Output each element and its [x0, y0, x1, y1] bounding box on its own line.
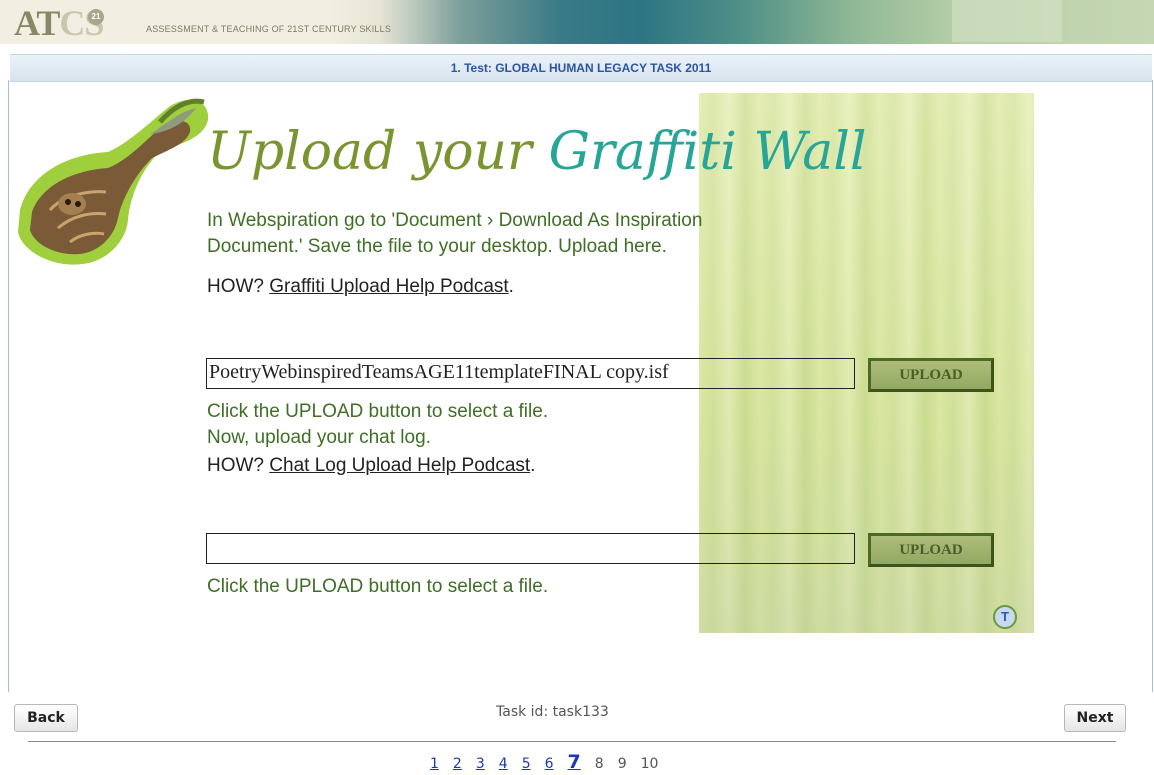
page-8: 8	[594, 756, 604, 772]
graffiti-upload-button[interactable]: UPLOAD	[868, 358, 994, 392]
page-link-4[interactable]: 4	[499, 756, 508, 772]
chat-log-upload-button[interactable]: UPLOAD	[868, 533, 994, 567]
how-suffix: .	[530, 455, 536, 476]
instruction-line-2: Document.' Save the file to your desktop…	[207, 236, 667, 257]
how-graffiti: HOW? Graffiti Upload Help Podcast.	[207, 274, 514, 300]
page-10: 10	[640, 756, 659, 772]
how-suffix: .	[508, 276, 514, 297]
upload2-hint: Click the UPLOAD button to select a file…	[207, 576, 549, 597]
headline-part1: Upload your	[207, 122, 549, 182]
content-left-border	[8, 80, 9, 692]
how-chat-log: HOW? Chat Log Upload Help Podcast.	[207, 453, 535, 479]
banner-decoration	[952, 0, 1062, 42]
logo-tagline: ASSESSMENT & TEACHING OF 21ST CENTURY SK…	[146, 24, 392, 34]
next-button[interactable]: Next	[1064, 704, 1126, 732]
page-headline: Upload your Graffiti Wall	[207, 122, 867, 182]
page-link-7-current[interactable]: 7	[568, 751, 581, 773]
graffiti-upload-help-link[interactable]: Graffiti Upload Help Podcast	[269, 276, 508, 297]
how-label: HOW?	[207, 276, 270, 297]
instruction-line-1: In Webspiration go to 'Document › Downlo…	[207, 210, 703, 231]
page-link-1[interactable]: 1	[430, 756, 439, 772]
page-link-2[interactable]: 2	[453, 756, 462, 772]
logo-21-badge: 21	[88, 9, 104, 25]
logo-letter-c: C	[59, 3, 85, 43]
sloth-logo-icon	[18, 98, 209, 265]
test-title-bar: 1. Test: GLOBAL HUMAN LEGACY TASK 2011	[10, 54, 1152, 82]
logo-letters-at: AT	[14, 3, 60, 43]
footer-divider	[28, 741, 1116, 742]
t-badge-icon[interactable]: T	[993, 605, 1017, 629]
page-9: 9	[617, 756, 627, 772]
page-navigation: 1 2 3 4 5 6 7 8 9 10	[430, 751, 672, 773]
back-button[interactable]: Back	[14, 704, 78, 732]
page-link-6[interactable]: 6	[545, 756, 554, 772]
task-id: Task id: task133	[496, 704, 609, 720]
chat-log-line: Now, upload your chat log.	[207, 427, 431, 448]
chat-log-file-field[interactable]	[206, 533, 855, 564]
upload1-hint: Click the UPLOAD button to select a file…	[207, 401, 549, 422]
header-banner: ATCS 21 ASSESSMENT & TEACHING OF 21ST CE…	[0, 0, 1154, 44]
page-link-3[interactable]: 3	[476, 756, 485, 772]
how-label: HOW?	[207, 455, 270, 476]
headline-part2: Graffiti Wall	[548, 122, 867, 182]
chat-log-upload-help-link[interactable]: Chat Log Upload Help Podcast	[269, 455, 530, 476]
graffiti-file-field[interactable]: PoetryWebinspiredTeamsAGE11templateFINAL…	[206, 358, 855, 389]
page-link-5[interactable]: 5	[522, 756, 531, 772]
content-right-border	[1152, 80, 1153, 692]
